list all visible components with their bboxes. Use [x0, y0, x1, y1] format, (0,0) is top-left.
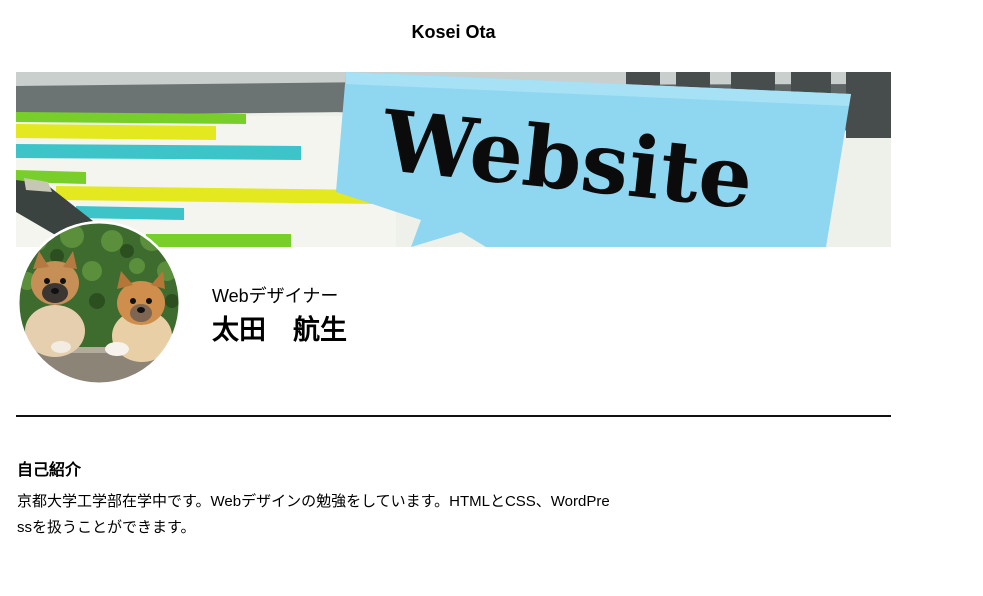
site-title: Kosei Ota — [411, 22, 496, 42]
section-divider — [16, 415, 891, 417]
profile-avatar — [17, 221, 181, 385]
about-heading: 自己紹介 — [17, 462, 82, 479]
header-banner-image: Website — [16, 72, 891, 247]
job-title: Webデザイナー — [212, 286, 339, 306]
about-text: 京都大学工学部在学中です。Webデザインの勉強をしています。HTMLとCSS、W… — [17, 493, 610, 536]
profile-name: 太田 航生 — [212, 315, 347, 345]
